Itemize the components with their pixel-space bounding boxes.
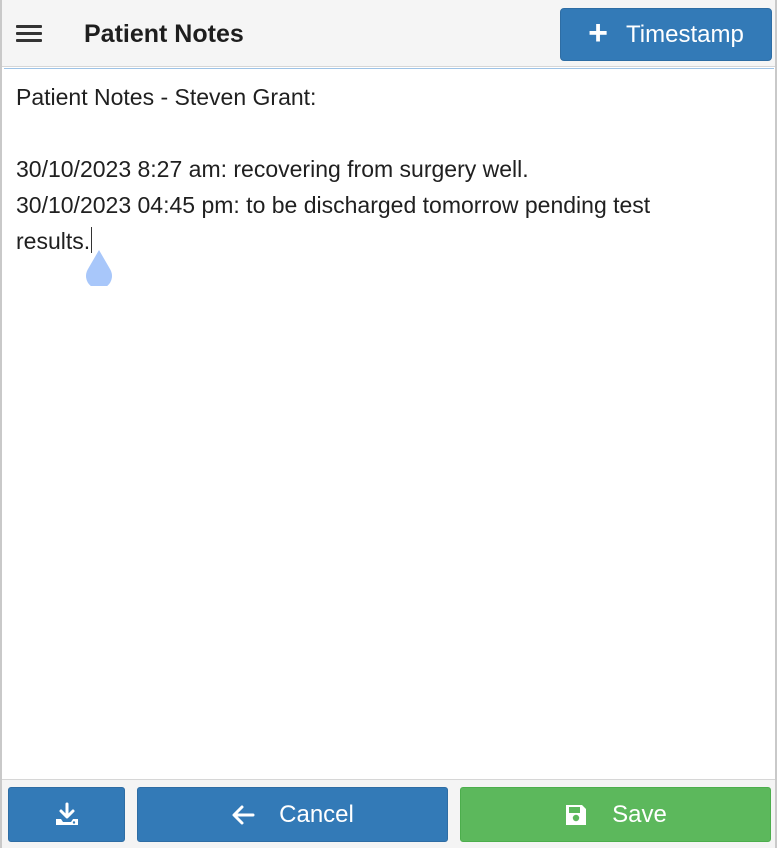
app-window: Patient Notes + Timestamp Patient Notes … <box>0 0 777 848</box>
download-icon <box>55 802 78 825</box>
plus-icon: + <box>588 14 609 52</box>
notes-textarea[interactable]: Patient Notes - Steven Grant: ​ 30/10/20… <box>4 68 774 779</box>
page-title: Patient Notes <box>84 20 244 48</box>
save-button-label: Save <box>612 800 667 828</box>
hamburger-menu-icon[interactable] <box>16 25 42 43</box>
note-line-header: Patient Notes - Steven Grant: <box>16 84 317 110</box>
arrow-left-icon <box>231 804 255 826</box>
footer-bar: Cancel Save <box>2 779 775 848</box>
timestamp-button-label: Timestamp <box>626 20 744 48</box>
timestamp-button[interactable]: + Timestamp <box>560 8 772 61</box>
save-button[interactable]: Save <box>460 787 771 842</box>
note-line-entry-continued: results. <box>16 223 762 259</box>
note-line-entry-continued-text: results. <box>16 228 91 254</box>
floppy-disk-icon <box>564 803 588 827</box>
download-button[interactable] <box>8 787 125 842</box>
note-line-blank: ​ <box>16 115 762 151</box>
caret-handle-icon[interactable] <box>83 250 115 286</box>
note-line-entry: 30/10/2023 04:45 pm: to be discharged to… <box>16 192 651 218</box>
cancel-button[interactable]: Cancel <box>137 787 448 842</box>
cancel-button-label: Cancel <box>279 800 354 828</box>
header-bar: Patient Notes + Timestamp <box>2 0 775 67</box>
note-line-entry: 30/10/2023 8:27 am: recovering from surg… <box>16 156 529 182</box>
